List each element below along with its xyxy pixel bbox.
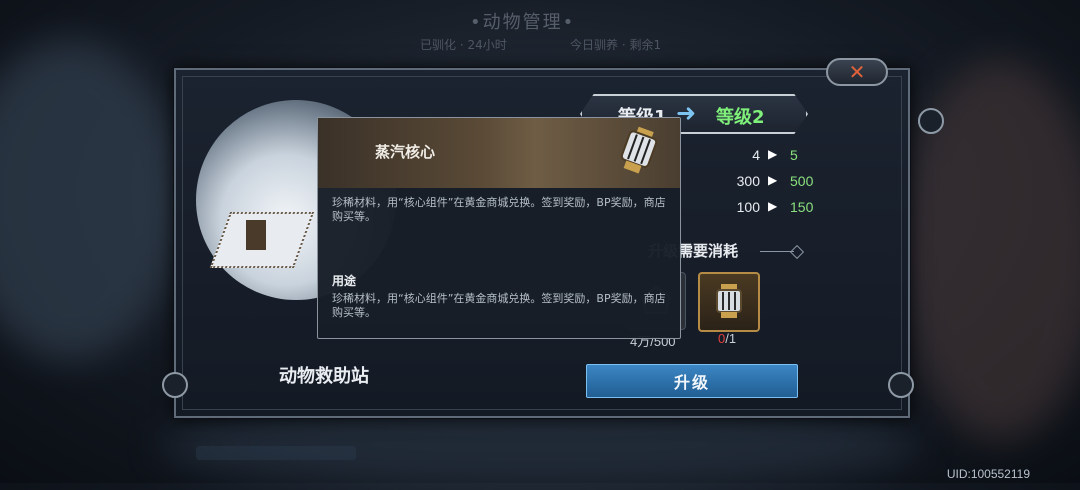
stat-row: 300 ▶ 500	[676, 171, 876, 193]
close-button[interactable]: ✕	[826, 58, 888, 86]
bg-progress-bar	[196, 446, 356, 460]
steam-core-icon	[620, 126, 658, 174]
stat-row: 100 ▶ 150	[676, 197, 876, 219]
cost-need: 1	[728, 331, 737, 346]
level-to: 等级2	[716, 107, 765, 128]
tooltip-description: 珍稀材料，用“核心组件”在黄金商城兑换。签到奖励，BP奖励，商店购买等。	[332, 196, 666, 223]
corner-ornament-icon	[918, 108, 944, 134]
user-id: UID:100552119	[946, 467, 1030, 481]
stat-old-value: 4	[752, 147, 760, 163]
corner-ornament-icon	[162, 372, 188, 398]
stat-arrow-icon: ▶	[768, 147, 778, 161]
building-name: 动物救助站	[279, 366, 369, 387]
stat-old-value: 100	[736, 199, 760, 215]
stat-arrow-icon: ▶	[768, 173, 778, 187]
stat-arrow-icon: ▶	[768, 199, 778, 213]
steam-core-icon	[716, 284, 742, 318]
item-tooltip: 蒸汽核心 珍稀材料，用“核心组件”在黄金商城兑换。签到奖励，BP奖励，商店购买等…	[317, 117, 681, 339]
stat-new-value: 5	[790, 147, 798, 163]
tooltip-use-text: 珍稀材料，用“核心组件”在黄金商城兑换。签到奖励，BP奖励，商店购买等。	[332, 292, 666, 319]
stat-new-value: 500	[790, 173, 814, 189]
cost-slot-steam-core[interactable]	[698, 272, 760, 332]
bg-left-scenery	[0, 40, 180, 360]
bg-title: •动物管理•	[470, 12, 576, 33]
upgrade-button[interactable]: 升级	[586, 364, 798, 398]
stat-new-value: 150	[790, 199, 814, 215]
building-model-center	[246, 220, 266, 250]
stat-row: 4 ▶ 5	[676, 145, 876, 167]
tooltip-item-name: 蒸汽核心	[375, 143, 436, 161]
corner-ornament-icon	[888, 372, 914, 398]
stat-old-value: 300	[736, 173, 760, 189]
close-icon: ✕	[848, 60, 866, 84]
bg-sub-left: 已驯化 · 24小时	[420, 38, 507, 52]
cost-qty-steam-core: 0/1	[718, 331, 736, 346]
bg-sub-right: 今日驯养 · 剩余1	[570, 38, 662, 52]
tooltip-use-title: 用途	[332, 274, 357, 288]
